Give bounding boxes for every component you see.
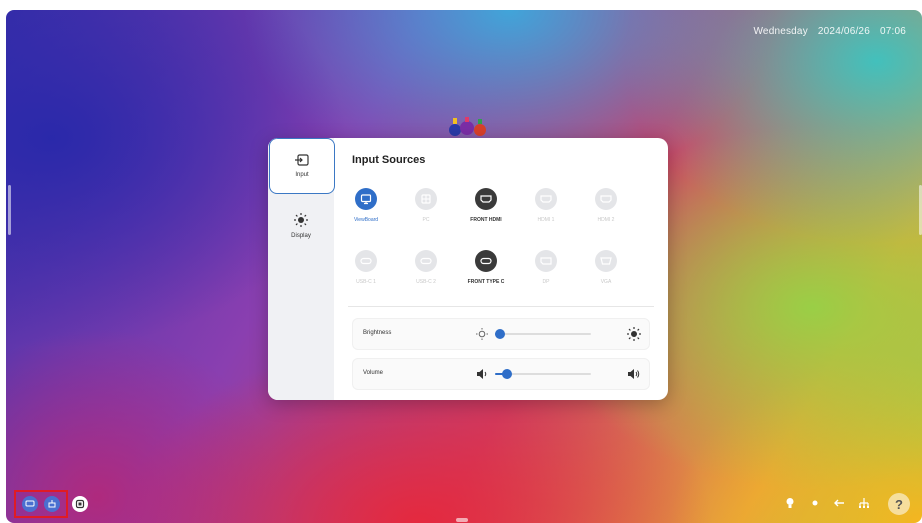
screen-share-button[interactable]: [72, 496, 88, 512]
status-date: 2024/06/26: [817, 26, 870, 37]
volume-slider-knob[interactable]: [501, 369, 512, 379]
screen-share-icon: [75, 499, 85, 509]
hdmi-icon: [595, 188, 617, 210]
brightness-high-icon: [627, 327, 641, 341]
section-divider: [348, 306, 654, 307]
source-usb-c-1[interactable]: USB-C 1: [336, 250, 396, 285]
input-icon: [295, 154, 309, 166]
source-label: FRONT HDMI: [470, 217, 502, 223]
source-label: USB-C 1: [356, 279, 376, 285]
brightness-slider-knob[interactable]: [494, 329, 505, 339]
hdmi-icon: [535, 188, 557, 210]
status-day: Wednesday: [753, 26, 808, 37]
volume-low-icon: [477, 369, 487, 379]
source-vga[interactable]: VGA: [576, 250, 636, 285]
source-icon: [25, 500, 35, 507]
input-settings-panel: Input Display Input Sources ViewBoard PC…: [268, 138, 668, 400]
bottom-edge-handle[interactable]: [456, 518, 468, 522]
dot-icon[interactable]: [809, 497, 821, 509]
status-datetime: Wednesday 2024/06/26 07:06: [743, 26, 906, 37]
source-front-type-c[interactable]: FRONT TYPE C: [456, 250, 516, 285]
source-label: ViewBoard: [353, 217, 379, 223]
source-pc[interactable]: PC: [396, 188, 456, 223]
source-hdmi-1[interactable]: HDMI 1: [516, 188, 576, 223]
mascot-logo-icon: [449, 117, 486, 136]
source-dp[interactable]: DP: [516, 250, 576, 285]
help-label: ?: [895, 496, 903, 512]
viewboard-icon: [355, 188, 377, 210]
source-front-hdmi[interactable]: FRONT HDMI: [456, 188, 516, 223]
status-time: 07:06: [879, 26, 906, 37]
panel-title: Input Sources: [352, 154, 426, 166]
tab-display[interactable]: Display: [268, 198, 334, 254]
brightness-low-icon: [476, 328, 488, 340]
source-label: VGA: [600, 279, 612, 285]
source-button[interactable]: [22, 496, 38, 512]
hdmi-icon: [475, 188, 497, 210]
toolbox-button[interactable]: [44, 496, 60, 512]
usb-c-icon: [415, 250, 437, 272]
displayport-icon: [535, 250, 557, 272]
tab-display-label: Display: [291, 233, 311, 239]
brightness-label: Brightness: [363, 330, 392, 336]
lightbulb-icon[interactable]: [784, 497, 796, 509]
source-viewboard[interactable]: ViewBoard: [336, 188, 396, 223]
source-label: PC: [422, 217, 430, 223]
source-usb-c-2[interactable]: USB-C 2: [396, 250, 456, 285]
vga-icon: [595, 250, 617, 272]
usb-c-icon: [475, 250, 497, 272]
left-edge-handle[interactable]: [8, 185, 11, 235]
brightness-icon: [294, 213, 308, 227]
volume-label: Volume: [363, 370, 384, 376]
usb-c-icon: [355, 250, 377, 272]
source-label: USB-C 2: [416, 279, 436, 285]
source-label: HDMI 1: [537, 217, 555, 223]
source-label: HDMI 2: [597, 217, 615, 223]
panel-sidebar: Input Display: [268, 138, 335, 400]
source-label: DP: [542, 279, 550, 285]
back-arrow-icon[interactable]: [833, 497, 845, 509]
tab-input[interactable]: Input: [269, 138, 335, 194]
brightness-slider[interactable]: [494, 329, 591, 339]
volume-slider[interactable]: [495, 369, 591, 379]
toolbox-icon: [48, 500, 56, 508]
pc-icon: [415, 188, 437, 210]
source-label: FRONT TYPE C: [467, 279, 505, 285]
volume-high-icon: [628, 369, 640, 379]
brightness-row: Brightness: [352, 318, 650, 350]
help-button[interactable]: ?: [888, 493, 910, 515]
tab-input-label: Input: [295, 172, 309, 178]
panel-content: Input Sources ViewBoard PC FRONT HDMI HD…: [334, 138, 668, 400]
network-icon[interactable]: [858, 497, 870, 509]
source-hdmi-2[interactable]: HDMI 2: [576, 188, 636, 223]
volume-row: Volume: [352, 358, 650, 390]
